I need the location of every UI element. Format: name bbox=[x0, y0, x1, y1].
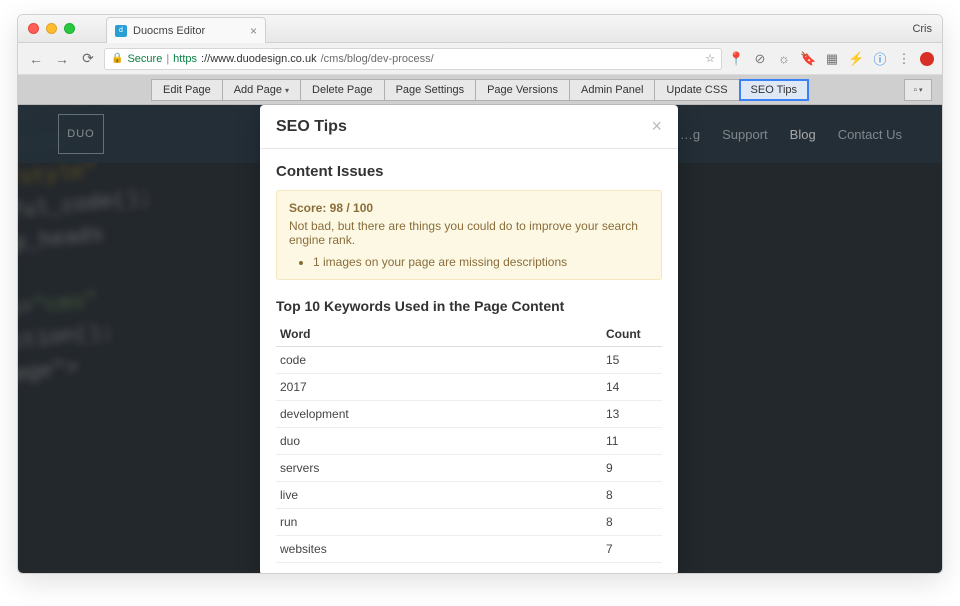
cell-word: 2017 bbox=[276, 374, 602, 401]
extensions: 📍 ⊘ ☼ 🔖 ▦ ⚡ ⓘ ⋮ bbox=[728, 49, 934, 68]
profile-label[interactable]: Cris bbox=[912, 23, 932, 35]
chevron-down-icon: ▾ bbox=[285, 86, 289, 95]
ext-pin-icon[interactable]: 📍 bbox=[728, 51, 744, 67]
back-icon[interactable]: ← bbox=[26, 51, 46, 67]
th-count: Count bbox=[602, 322, 662, 347]
maximize-window-icon[interactable] bbox=[64, 23, 75, 34]
modal-body: Content Issues Score: 98 / 100 Not bad, … bbox=[260, 149, 678, 573]
cell-word: development bbox=[276, 401, 602, 428]
cell-count: 11 bbox=[602, 428, 662, 455]
ext-tag-icon[interactable]: 🔖 bbox=[800, 51, 816, 67]
cell-word: code bbox=[276, 347, 602, 374]
lock-icon: 🔒 bbox=[111, 53, 123, 64]
table-row: duo11 bbox=[276, 428, 662, 455]
seo-tips-modal: SEO Tips × Content Issues Score: 98 / 10… bbox=[260, 105, 678, 573]
browser-toolbar: ← → ⟳ 🔒 Secure | https ://www.duodesign.c… bbox=[18, 43, 942, 75]
content-issues-heading: Content Issues bbox=[276, 163, 662, 180]
th-word: Word bbox=[276, 322, 602, 347]
cell-count: 13 bbox=[602, 401, 662, 428]
keywords-heading: Top 10 Keywords Used in the Page Content bbox=[276, 298, 662, 314]
ext-menu-icon[interactable]: ⋮ bbox=[896, 51, 912, 67]
table-row: servers9 bbox=[276, 455, 662, 482]
cell-word: servers bbox=[276, 455, 602, 482]
close-modal-icon[interactable]: × bbox=[651, 116, 662, 137]
table-row: 201714 bbox=[276, 374, 662, 401]
url-host: ://www.duodesign.co.uk bbox=[201, 53, 317, 65]
cms-btn-page-settings[interactable]: Page Settings bbox=[384, 79, 476, 101]
tab-title: Duocms Editor bbox=[133, 25, 205, 37]
window-controls bbox=[18, 23, 75, 34]
browser-tab[interactable]: d Duocms Editor × bbox=[106, 17, 266, 43]
ext-sun-icon[interactable]: ☼ bbox=[776, 51, 792, 66]
modal-title: SEO Tips bbox=[276, 118, 347, 136]
cell-word: duo bbox=[276, 428, 602, 455]
keywords-table: Word Count code15201714development13duo1… bbox=[276, 322, 662, 563]
cell-word: live bbox=[276, 482, 602, 509]
url-protocol: https bbox=[173, 53, 197, 65]
cms-btn-update-css[interactable]: Update CSS bbox=[654, 79, 738, 101]
score-message: Not bad, but there are things you could … bbox=[289, 219, 649, 247]
cell-word: run bbox=[276, 509, 602, 536]
cell-count: 8 bbox=[602, 482, 662, 509]
table-row: websites7 bbox=[276, 536, 662, 563]
table-row: code15 bbox=[276, 347, 662, 374]
close-window-icon[interactable] bbox=[28, 23, 39, 34]
cms-btn-seo-tips[interactable]: SEO Tips bbox=[739, 79, 809, 101]
secure-label: Secure bbox=[127, 53, 162, 65]
cms-btn-admin-panel[interactable]: Admin Panel bbox=[569, 79, 654, 101]
table-row: live8 bbox=[276, 482, 662, 509]
cms-toolbar: Edit PageAdd Page▾Delete PagePage Settin… bbox=[18, 75, 942, 105]
cell-count: 9 bbox=[602, 455, 662, 482]
table-row: development13 bbox=[276, 401, 662, 428]
favicon-icon: d bbox=[115, 25, 127, 37]
score-label: Score: 98 / 100 bbox=[289, 201, 649, 215]
table-row: run8 bbox=[276, 509, 662, 536]
modal-header: SEO Tips × bbox=[260, 105, 678, 149]
cell-count: 15 bbox=[602, 347, 662, 374]
ext-block-icon[interactable]: ⊘ bbox=[752, 51, 768, 67]
issues-list: 1 images on your page are missing descri… bbox=[313, 255, 649, 269]
ext-bolt-icon[interactable]: ⚡ bbox=[848, 51, 864, 67]
ext-red-icon[interactable] bbox=[920, 52, 934, 66]
content-area: <?php charset="utf-8"; <img width="100%"… bbox=[18, 105, 942, 573]
ext-info-icon[interactable]: ⓘ bbox=[872, 49, 888, 68]
browser-window: d Duocms Editor × Cris ← → ⟳ 🔒 Secure | … bbox=[17, 14, 943, 574]
cell-count: 14 bbox=[602, 374, 662, 401]
cms-view-dropdown[interactable]: ▫▾ bbox=[904, 79, 932, 101]
bookmark-star-icon[interactable]: ☆ bbox=[705, 52, 715, 65]
ext-grid-icon[interactable]: ▦ bbox=[824, 51, 840, 67]
url-path: /cms/blog/dev-process/ bbox=[321, 53, 434, 65]
cell-count: 7 bbox=[602, 536, 662, 563]
minimize-window-icon[interactable] bbox=[46, 23, 57, 34]
issue-item: 1 images on your page are missing descri… bbox=[313, 255, 649, 269]
cell-count: 8 bbox=[602, 509, 662, 536]
score-box: Score: 98 / 100 Not bad, but there are t… bbox=[276, 190, 662, 280]
titlebar: d Duocms Editor × Cris bbox=[18, 15, 942, 43]
separator: | bbox=[166, 53, 169, 65]
cms-btn-edit-page[interactable]: Edit Page bbox=[151, 79, 222, 101]
cms-btn-page-versions[interactable]: Page Versions bbox=[475, 79, 569, 101]
cms-btn-delete-page[interactable]: Delete Page bbox=[300, 79, 384, 101]
cms-btn-add-page[interactable]: Add Page▾ bbox=[222, 79, 300, 101]
close-tab-icon[interactable]: × bbox=[250, 24, 257, 38]
reload-icon[interactable]: ⟳ bbox=[78, 50, 98, 67]
cell-word: websites bbox=[276, 536, 602, 563]
address-bar[interactable]: 🔒 Secure | https ://www.duodesign.co.uk/c… bbox=[104, 48, 722, 70]
forward-icon[interactable]: → bbox=[52, 51, 72, 67]
